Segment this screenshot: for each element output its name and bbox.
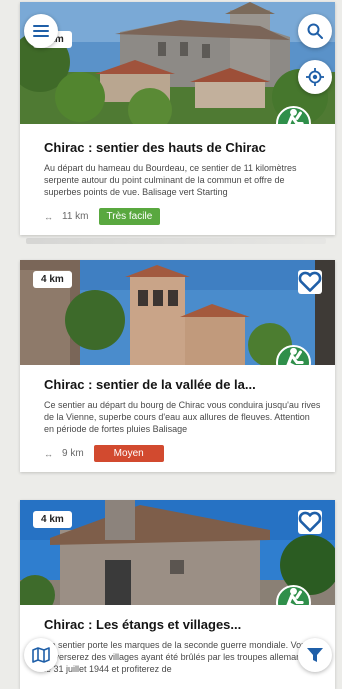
trail-card-2[interactable]: 4 km Chirac : sentier de la vallée de la… (20, 260, 335, 472)
trail-photo: 4 km (20, 260, 335, 365)
search-icon (307, 23, 323, 39)
distance-badge: 4 km (33, 271, 72, 288)
menu-button[interactable] (24, 14, 58, 48)
trail-distance: 11 km (62, 211, 89, 222)
trail-meta: ↔ 11 km Très facile (44, 208, 321, 225)
menu-icon (33, 25, 49, 37)
search-button[interactable] (298, 14, 332, 48)
trail-card-3[interactable]: 4 km Chirac : Les étangs et villages... … (20, 500, 335, 689)
faded-text-line (26, 238, 326, 244)
trail-meta: ↔ 9 km Moyen (44, 445, 321, 462)
distance-badge: 4 km (33, 511, 72, 528)
locate-button[interactable] (298, 60, 332, 94)
trail-description: Au départ du hameau du Bourdeau, ce sent… (44, 163, 297, 197)
heart-icon (298, 511, 322, 532)
trail-title[interactable]: Chirac : Les étangs et villages... (44, 617, 321, 632)
difficulty-badge: Très facile (98, 208, 161, 225)
difficulty-badge: Moyen (93, 445, 164, 462)
trail-photo: 5 km (20, 2, 335, 124)
locate-icon (306, 68, 324, 86)
map-view-button[interactable] (24, 638, 58, 672)
trail-description: Ce sentier porte les marques de la secon… (44, 640, 316, 674)
trail-card-1[interactable]: 5 km Chirac : sentier des hauts de Chira… (20, 2, 335, 235)
hiker-icon (276, 585, 311, 605)
trail-title[interactable]: Chirac : sentier des hauts de Chirac (44, 140, 321, 155)
trail-description: Ce sentier au départ du bourg de Chirac … (44, 400, 321, 434)
trail-distance: 9 km (62, 448, 84, 459)
heart-icon (298, 271, 322, 292)
filter-button[interactable] (298, 638, 332, 672)
map-icon (32, 647, 50, 663)
double-arrow-icon: ↔ (44, 448, 54, 459)
trail-photo: 4 km (20, 500, 335, 605)
filter-icon (307, 648, 323, 662)
favorite-button[interactable] (298, 510, 322, 534)
hiker-icon (276, 345, 311, 365)
double-arrow-icon: ↔ (44, 211, 54, 222)
favorite-button[interactable] (298, 270, 322, 294)
trail-title[interactable]: Chirac : sentier de la vallée de la... (44, 377, 321, 392)
hiker-icon (276, 106, 311, 124)
